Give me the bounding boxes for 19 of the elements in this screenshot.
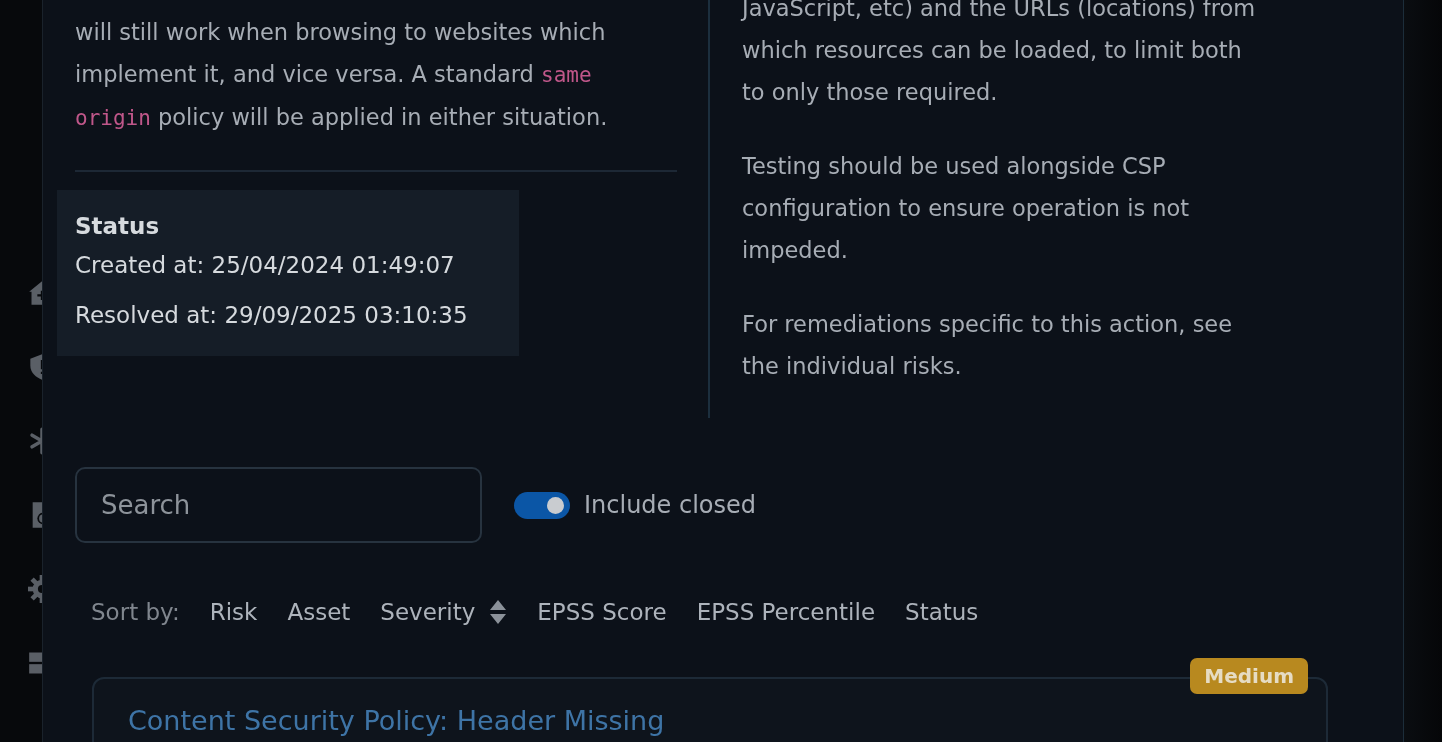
remediation-text: For remediations specific to this action, see the individual risks.	[742, 310, 1234, 381]
created-date: Created at: 25/04/2024 01:49:07	[75, 251, 456, 280]
remediation-text: Testing should be used alongside CSP configuration to ensure operation is not impeded.	[742, 152, 1191, 265]
severity-badge: Medium	[1190, 658, 1308, 694]
sort-icon	[489, 599, 508, 625]
status-heading: Status	[75, 212, 161, 241]
description-text: will still work when browsing to websites which implement it, and vice versa. A standard same origin policy will be applied in either situation.	[75, 18, 609, 132]
toggle-label: Include closed	[584, 491, 757, 519]
risk-title-link[interactable]: Content Security Policy: Header Missing	[128, 705, 665, 736]
toggle-switch[interactable]	[514, 491, 570, 519]
resolved-date: Resolved at: 29/09/2025 03:10:35	[75, 301, 469, 330]
sort-option[interactable]: Status	[905, 599, 979, 625]
sort-label: Sort by:	[91, 599, 180, 625]
search-field[interactable]: Search	[75, 467, 482, 543]
sort-option[interactable]: EPSS Score	[537, 599, 667, 625]
sort-option[interactable]: EPSS Percentile	[696, 599, 876, 625]
sort-option[interactable]: Severity	[380, 599, 508, 625]
sort-option[interactable]: Asset	[287, 599, 351, 625]
sort-option[interactable]: Risk	[209, 599, 258, 625]
